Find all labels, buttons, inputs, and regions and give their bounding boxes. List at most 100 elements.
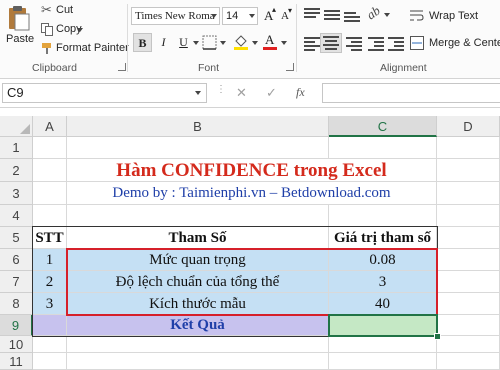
cell-a10[interactable] bbox=[33, 336, 67, 353]
column-header-a[interactable]: A bbox=[33, 116, 67, 137]
cell-d10[interactable] bbox=[437, 336, 500, 353]
table-row-param[interactable]: Độ lệch chuẩn của tổng thể bbox=[67, 271, 329, 293]
chevron-down-icon[interactable] bbox=[195, 91, 201, 95]
align-right-icon[interactable] bbox=[346, 37, 362, 51]
cell-a4[interactable] bbox=[33, 205, 67, 227]
cell-b1[interactable] bbox=[67, 137, 329, 159]
increase-indent-icon[interactable] bbox=[388, 37, 404, 51]
cell-d4[interactable] bbox=[437, 205, 500, 227]
result-cell-c9[interactable] bbox=[329, 315, 437, 336]
cell-b10[interactable] bbox=[67, 336, 329, 353]
bold-button[interactable]: B bbox=[133, 33, 152, 52]
format-painter-button[interactable]: Format Painter bbox=[38, 40, 129, 56]
shrink-font-button[interactable]: A ▾ bbox=[279, 6, 295, 24]
fill-handle[interactable] bbox=[434, 333, 441, 340]
table-row-stt[interactable]: 3 bbox=[33, 293, 67, 315]
cell-c11[interactable] bbox=[329, 353, 437, 370]
copy-button[interactable]: Copy bbox=[38, 21, 98, 37]
row-header-5[interactable]: 5 bbox=[0, 227, 33, 249]
align-top-icon[interactable] bbox=[304, 8, 320, 22]
cut-button[interactable]: ✂ Cut bbox=[38, 2, 98, 18]
cell-a1[interactable] bbox=[33, 137, 67, 159]
cell-b4[interactable] bbox=[67, 205, 329, 227]
copy-dropdown-icon[interactable] bbox=[77, 28, 83, 32]
font-color-icon[interactable]: A bbox=[262, 32, 278, 52]
borders-icon[interactable] bbox=[202, 35, 218, 51]
cell-d8[interactable] bbox=[437, 293, 500, 315]
enter-icon[interactable]: ✓ bbox=[266, 85, 277, 101]
select-all-corner[interactable] bbox=[0, 116, 33, 137]
row-header-10[interactable]: 10 bbox=[0, 336, 33, 353]
italic-button[interactable]: I bbox=[154, 33, 173, 52]
formula-input[interactable] bbox=[322, 83, 500, 103]
table-header-param[interactable]: Tham Số bbox=[67, 227, 329, 249]
cell-d11[interactable] bbox=[437, 353, 500, 370]
column-header-b[interactable]: B bbox=[67, 116, 329, 137]
cell-d7[interactable] bbox=[437, 271, 500, 293]
cell-d6[interactable] bbox=[437, 249, 500, 271]
row-header-7[interactable]: 7 bbox=[0, 271, 33, 293]
cell-c4[interactable] bbox=[329, 205, 437, 227]
cell-d9[interactable] bbox=[437, 315, 500, 336]
font-size-dropdown[interactable]: 14 bbox=[222, 7, 258, 25]
cell-c10[interactable] bbox=[329, 336, 437, 353]
cell-a3[interactable] bbox=[33, 182, 67, 205]
table-row-stt[interactable]: 2 bbox=[33, 271, 67, 293]
underline-button[interactable]: U bbox=[174, 33, 193, 52]
table-row-param[interactable]: Mức quan trọng bbox=[67, 249, 329, 271]
row-header-1[interactable]: 1 bbox=[0, 137, 33, 159]
formula-bar-grip-icon[interactable]: ⋮ bbox=[216, 85, 226, 95]
row-header-6[interactable]: 6 bbox=[0, 249, 33, 271]
insert-function-icon[interactable]: fx bbox=[296, 85, 305, 100]
orientation-icon[interactable]: ab bbox=[364, 3, 384, 24]
row-header-11[interactable]: 11 bbox=[0, 353, 33, 370]
table-row-value[interactable]: 0.08 bbox=[329, 249, 437, 271]
cell-d3[interactable] bbox=[437, 182, 500, 205]
row-header-9[interactable]: 9 bbox=[0, 315, 33, 336]
align-left-icon[interactable] bbox=[304, 37, 320, 51]
table-row-value[interactable]: 40 bbox=[329, 293, 437, 315]
row-header-8[interactable]: 8 bbox=[0, 293, 33, 315]
column-header-c[interactable]: C bbox=[329, 116, 437, 137]
row-header-4[interactable]: 4 bbox=[0, 205, 33, 227]
row-header-2[interactable]: 2 bbox=[0, 159, 33, 182]
cell-a11[interactable] bbox=[33, 353, 67, 370]
fill-color-icon[interactable] bbox=[232, 33, 250, 51]
cancel-icon[interactable]: ✕ bbox=[236, 85, 247, 101]
cell-c1[interactable] bbox=[329, 137, 437, 159]
underline-dropdown-icon[interactable] bbox=[193, 41, 199, 45]
cell-d5[interactable] bbox=[437, 227, 500, 249]
table-header-value[interactable]: Giá trị tham số bbox=[329, 227, 437, 249]
align-bottom-icon[interactable] bbox=[344, 8, 360, 22]
table-header-stt[interactable]: STT bbox=[33, 227, 67, 249]
font-launcher-icon[interactable] bbox=[286, 63, 294, 71]
table-row-value[interactable]: 3 bbox=[329, 271, 437, 293]
result-label[interactable]: Kết Quả bbox=[67, 315, 329, 336]
align-middle-icon[interactable] bbox=[324, 8, 340, 22]
sheet-demo-line[interactable]: Demo by : Taimienphi.vn – Betdownload.co… bbox=[67, 182, 437, 205]
cell-d2[interactable] bbox=[437, 159, 500, 182]
align-center-button[interactable] bbox=[320, 33, 342, 53]
format-painter-label: Format Painter bbox=[56, 42, 129, 54]
borders-dropdown-icon[interactable] bbox=[220, 41, 226, 45]
orientation-dropdown-icon[interactable] bbox=[384, 13, 390, 17]
wrap-text-button[interactable]: Wrap Text bbox=[408, 7, 478, 25]
cell-a2[interactable] bbox=[33, 159, 67, 182]
name-box[interactable]: C9 bbox=[2, 83, 207, 103]
sheet-title[interactable]: Hàm CONFIDENCE trong Excel bbox=[67, 159, 437, 182]
table-row-stt[interactable]: 1 bbox=[33, 249, 67, 271]
clipboard-launcher-icon[interactable] bbox=[118, 63, 126, 71]
paste-button[interactable]: Paste bbox=[2, 2, 34, 50]
column-header-d[interactable]: D bbox=[437, 116, 500, 137]
row-header-3[interactable]: 3 bbox=[0, 182, 33, 205]
merge-center-button[interactable]: Merge & Center bbox=[408, 34, 500, 52]
cell-d1[interactable] bbox=[437, 137, 500, 159]
decrease-indent-icon[interactable] bbox=[368, 37, 384, 51]
cell-b11[interactable] bbox=[67, 353, 329, 370]
fill-color-dropdown-icon[interactable] bbox=[252, 41, 258, 45]
cell-a9[interactable] bbox=[33, 315, 67, 336]
font-name-dropdown[interactable]: Times New Roma bbox=[131, 7, 220, 25]
font-color-dropdown-icon[interactable] bbox=[281, 41, 287, 45]
table-row-param[interactable]: Kích thước mẫu bbox=[67, 293, 329, 315]
grow-font-button[interactable]: A ▴ bbox=[262, 5, 276, 24]
